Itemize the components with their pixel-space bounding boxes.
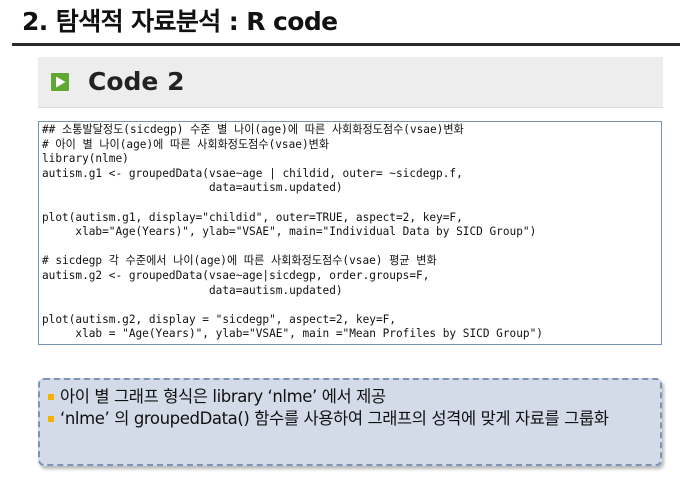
summary-bullet: 아이 별 그래프 형식은 library ‘nlme’ 에서 제공 <box>48 386 654 408</box>
code-line: library(nlme) <box>42 152 129 166</box>
code-line: autism.g2 <- groupedData(vsae~age|sicdeg… <box>42 268 430 282</box>
code-line: autism.g1 <- groupedData(vsae~age | chil… <box>42 166 463 180</box>
code-line: plot(autism.g1, display="childid", outer… <box>42 210 463 224</box>
code-line: xlab="Age(Years)", ylab="VSAE", main="In… <box>42 225 537 239</box>
section-title: Code 2 <box>88 67 185 96</box>
square-bullet-icon <box>48 394 54 400</box>
square-bullet-icon <box>48 416 54 422</box>
code-line: plot(autism.g2, display = "sicdegp", asp… <box>42 312 396 326</box>
summary-text: 아이 별 그래프 형식은 library ‘nlme’ 에서 제공 <box>60 387 386 406</box>
summary-text: ‘nlme’ 의 groupedData() 함수를 사용하여 그래프의 성격에… <box>60 409 609 428</box>
page-title: 2. 탐색적 자료분석 : R code <box>22 7 338 36</box>
code-line: # 아이 별 나이(age)에 따른 사회화정도점수(vsae)변화 <box>42 137 330 151</box>
code-line: data=autism.updated) <box>42 181 343 195</box>
play-square-icon <box>51 73 69 91</box>
summary-box: 아이 별 그래프 형식은 library ‘nlme’ 에서 제공 ‘nlme’… <box>38 378 662 466</box>
code-block: ## 소통발달정도(sicdegp) 수준 별 나이(age)에 따른 사회화정… <box>38 121 662 345</box>
code-line: ## 소통발달정도(sicdegp) 수준 별 나이(age)에 따른 사회화정… <box>42 123 464 136</box>
title-divider <box>12 43 680 46</box>
section-header: Code 2 <box>38 57 663 108</box>
code-line: # sicdegp 각 수준에서 나이(age)에 따른 사회화정도점수(vsa… <box>42 254 437 268</box>
code-line: xlab = "Age(Years)", ylab="VSAE", main =… <box>42 327 543 341</box>
summary-bullet: ‘nlme’ 의 groupedData() 함수를 사용하여 그래프의 성격에… <box>48 408 654 430</box>
code-line: data=autism.updated) <box>42 283 343 297</box>
